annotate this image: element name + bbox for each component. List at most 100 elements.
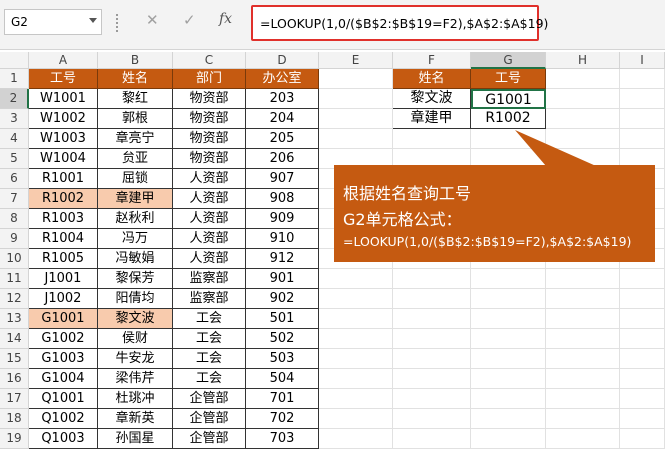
table-cell[interactable]: 502 — [246, 329, 319, 349]
insert-function-icon[interactable]: fx — [219, 11, 232, 27]
table-cell[interactable]: 912 — [246, 249, 319, 269]
table-cell[interactable]: 黎文波 — [98, 309, 173, 329]
empty-cell[interactable] — [620, 429, 665, 449]
table-cell[interactable]: 人资部 — [173, 169, 246, 189]
table-cell[interactable]: 冯万 — [98, 229, 173, 249]
empty-cell[interactable] — [620, 289, 665, 309]
table-cell[interactable]: 702 — [246, 409, 319, 429]
empty-cell[interactable] — [546, 269, 620, 289]
table-row-id[interactable]: G1002 — [29, 329, 98, 349]
table-row-id[interactable]: R1002 — [29, 189, 98, 209]
table-cell[interactable]: 504 — [246, 369, 319, 389]
table-row-id[interactable]: W1004 — [29, 149, 98, 169]
table-cell[interactable]: 孙国星 — [98, 429, 173, 449]
row-header-6[interactable]: 6 — [0, 169, 29, 189]
table-cell[interactable]: 物资部 — [173, 129, 246, 149]
table-cell[interactable]: 人资部 — [173, 249, 246, 269]
column-header-h[interactable]: H — [546, 52, 620, 69]
empty-cell[interactable] — [471, 329, 546, 349]
table-cell[interactable]: 监察部 — [173, 289, 246, 309]
table-cell[interactable]: 909 — [246, 209, 319, 229]
empty-cell[interactable] — [393, 429, 471, 449]
column-header-a[interactable]: A — [29, 52, 98, 69]
table-cell[interactable]: 人资部 — [173, 209, 246, 229]
table-cell[interactable]: 梁伟芹 — [98, 369, 173, 389]
table-cell[interactable]: 701 — [246, 389, 319, 409]
empty-cell[interactable] — [393, 389, 471, 409]
empty-cell[interactable] — [319, 349, 393, 369]
empty-cell[interactable] — [319, 409, 393, 429]
table-cell[interactable]: 章新英 — [98, 409, 173, 429]
empty-cell[interactable] — [620, 389, 665, 409]
table-cell[interactable]: 黎保芳 — [98, 269, 173, 289]
column-header-g[interactable]: G — [471, 52, 546, 69]
empty-cell[interactable] — [546, 369, 620, 389]
lookup-name-cell[interactable]: 黎文波 — [393, 89, 471, 109]
empty-cell[interactable] — [471, 349, 546, 369]
empty-cell[interactable] — [393, 289, 471, 309]
row-header-19[interactable]: 19 — [0, 429, 29, 449]
empty-cell[interactable] — [393, 329, 471, 349]
table-row-id[interactable]: W1003 — [29, 129, 98, 149]
table-cell[interactable]: 人资部 — [173, 189, 246, 209]
table-cell[interactable]: 物资部 — [173, 149, 246, 169]
table-cell[interactable]: 贠亚 — [98, 149, 173, 169]
row-header-3[interactable]: 3 — [0, 109, 29, 129]
table-row-id[interactable]: G1001 — [29, 309, 98, 329]
row-header-12[interactable]: 12 — [0, 289, 29, 309]
empty-cell[interactable] — [546, 129, 620, 149]
table-row-id[interactable]: Q1002 — [29, 409, 98, 429]
empty-cell[interactable] — [319, 389, 393, 409]
row-header-10[interactable]: 10 — [0, 249, 29, 269]
formula-input[interactable]: =LOOKUP(1,0/($B$2:$B$19=F2),$A$2:$A$19) — [251, 5, 548, 41]
empty-cell[interactable] — [546, 89, 620, 109]
empty-cell[interactable] — [620, 409, 665, 429]
lookup-name-cell[interactable]: 章建甲 — [393, 109, 471, 129]
empty-cell[interactable] — [620, 369, 665, 389]
table-cell[interactable]: 企管部 — [173, 409, 246, 429]
selected-cell-g2[interactable]: G1001 — [471, 89, 546, 109]
table-cell[interactable]: 501 — [246, 309, 319, 329]
empty-cell[interactable] — [471, 129, 546, 149]
empty-cell[interactable] — [393, 129, 471, 149]
lookup-header[interactable]: 工号 — [471, 69, 546, 89]
table-cell[interactable]: 黎红 — [98, 89, 173, 109]
empty-cell[interactable] — [319, 69, 393, 89]
table-cell[interactable]: 703 — [246, 429, 319, 449]
table-header[interactable]: 部门 — [173, 69, 246, 89]
row-header-8[interactable]: 8 — [0, 209, 29, 229]
table-header[interactable]: 工号 — [29, 69, 98, 89]
row-header-13[interactable]: 13 — [0, 309, 29, 329]
table-row-id[interactable]: J1001 — [29, 269, 98, 289]
row-header-2[interactable]: 2 — [0, 89, 29, 109]
table-cell[interactable]: 物资部 — [173, 109, 246, 129]
table-cell[interactable]: 郭根 — [98, 109, 173, 129]
empty-cell[interactable] — [319, 289, 393, 309]
table-cell[interactable]: 206 — [246, 149, 319, 169]
table-row-id[interactable]: Q1001 — [29, 389, 98, 409]
row-header-15[interactable]: 15 — [0, 349, 29, 369]
empty-cell[interactable] — [620, 269, 665, 289]
empty-cell[interactable] — [546, 409, 620, 429]
table-cell[interactable]: 204 — [246, 109, 319, 129]
empty-cell[interactable] — [471, 269, 546, 289]
empty-cell[interactable] — [319, 429, 393, 449]
empty-cell[interactable] — [319, 269, 393, 289]
column-header-b[interactable]: B — [98, 52, 173, 69]
row-header-17[interactable]: 17 — [0, 389, 29, 409]
empty-cell[interactable] — [546, 109, 620, 129]
empty-cell[interactable] — [471, 309, 546, 329]
empty-cell[interactable] — [620, 69, 665, 89]
row-header-18[interactable]: 18 — [0, 409, 29, 429]
enter-icon[interactable]: ✓ — [183, 11, 196, 29]
empty-cell[interactable] — [319, 129, 393, 149]
table-cell[interactable]: 908 — [246, 189, 319, 209]
table-cell[interactable]: 侯财 — [98, 329, 173, 349]
empty-cell[interactable] — [393, 309, 471, 329]
empty-cell[interactable] — [393, 409, 471, 429]
cancel-icon[interactable]: ✕ — [146, 11, 159, 29]
empty-cell[interactable] — [319, 309, 393, 329]
table-row-id[interactable]: R1001 — [29, 169, 98, 189]
column-header-f[interactable]: F — [393, 52, 471, 69]
empty-cell[interactable] — [620, 109, 665, 129]
